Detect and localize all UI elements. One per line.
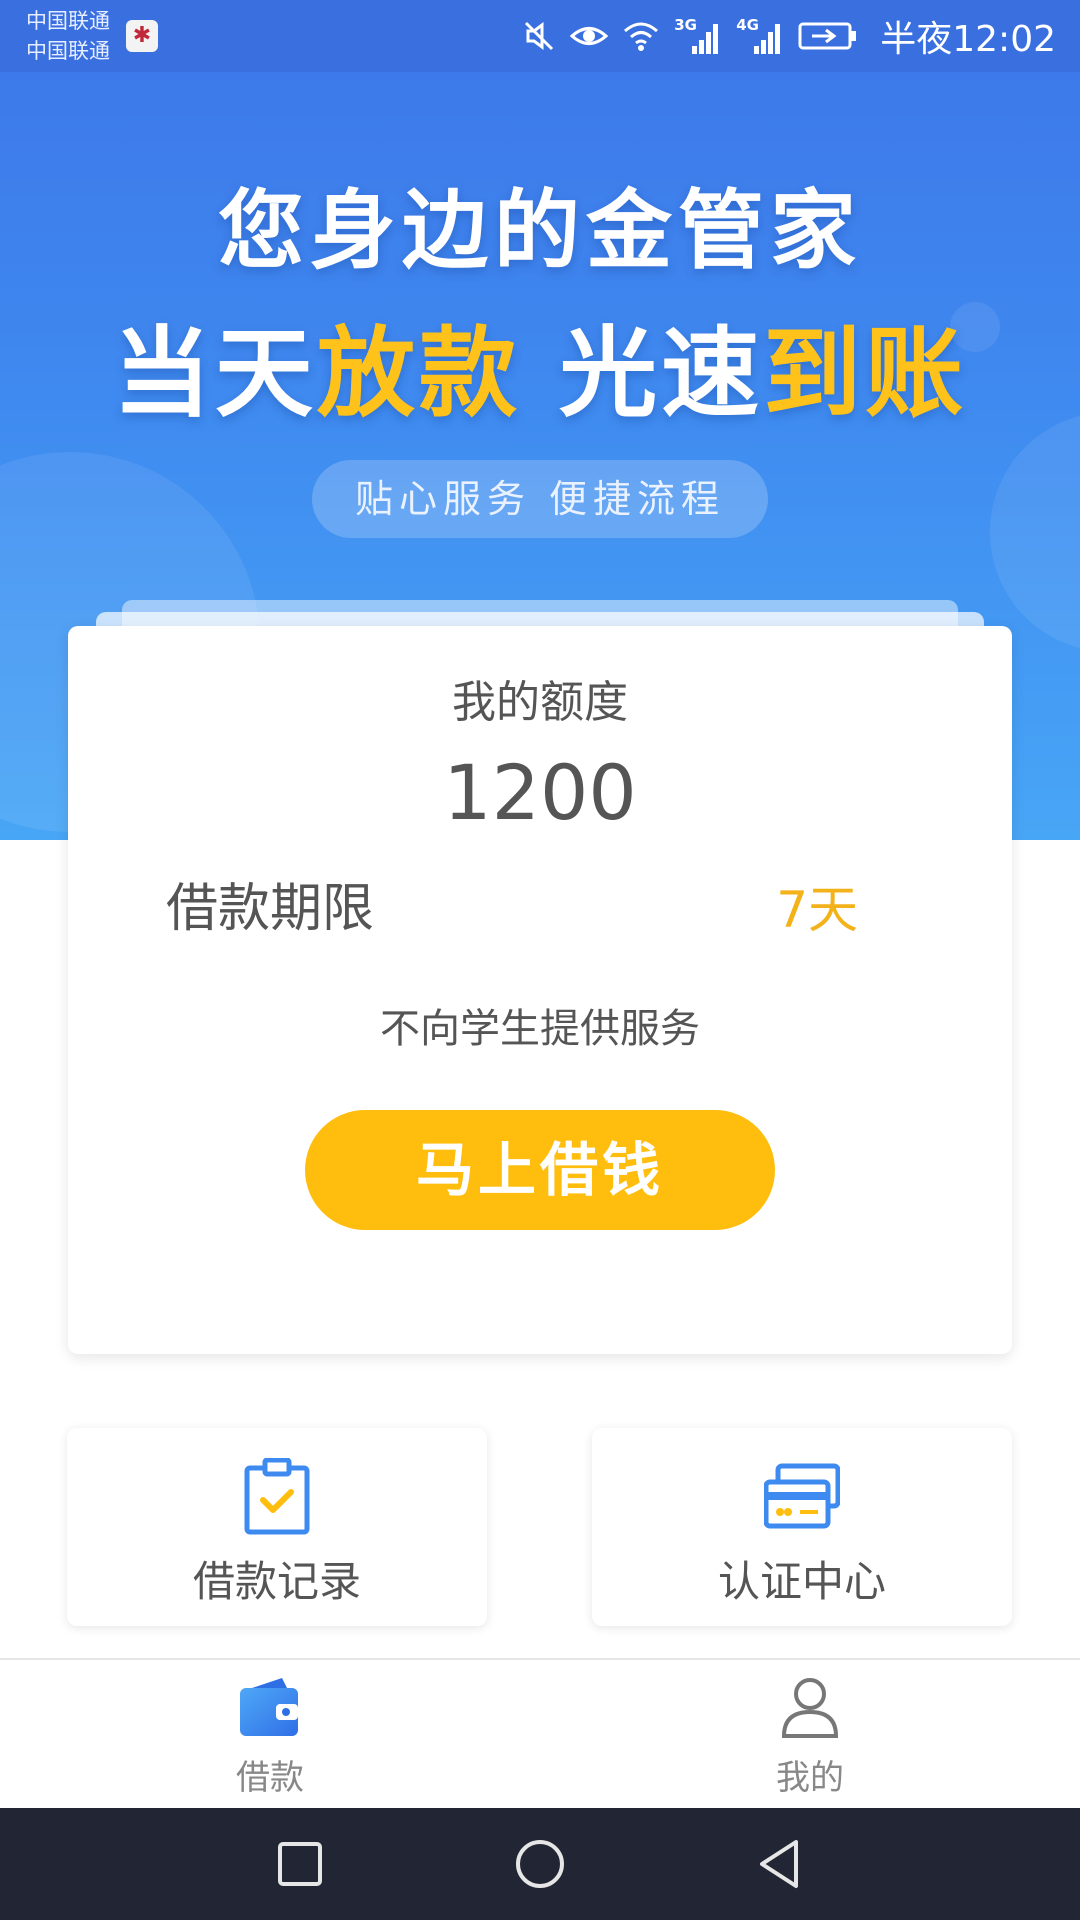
signal-4g-icon: 4G xyxy=(736,16,784,56)
signal-3g-icon: 3G xyxy=(674,16,722,56)
recents-square-icon[interactable] xyxy=(272,1836,328,1892)
carrier-name-2: 中国联通 xyxy=(26,39,110,63)
slogan-part-3: 光速 xyxy=(559,317,764,431)
quota-amount: 1200 xyxy=(443,748,637,837)
clock: 半夜12:02 xyxy=(880,19,1056,60)
carrier-info: 中国联通 中国联通 xyxy=(26,6,110,66)
carrier-name-1: 中国联通 xyxy=(26,9,110,33)
clipboard-check-icon xyxy=(244,1458,310,1535)
credit-card-icon xyxy=(764,1463,840,1529)
wallet-icon xyxy=(240,1678,298,1736)
borrow-now-button[interactable]: 马上借钱 xyxy=(305,1110,775,1230)
verification-center-label: 认证中心 xyxy=(717,1557,886,1606)
verification-center-shortcut[interactable]: 认证中心 xyxy=(592,1428,1012,1626)
loan-records-label: 借款记录 xyxy=(192,1557,361,1606)
hero-slogan: 当天放款 光速到账 xyxy=(0,294,1080,436)
back-triangle-icon[interactable] xyxy=(752,1836,808,1892)
wifi-icon xyxy=(624,22,659,51)
mute-icon xyxy=(525,21,554,51)
student-notice: 不向学生提供服务 xyxy=(380,1006,700,1052)
loan-term-label: 借款期限 xyxy=(166,879,375,939)
hero-tagline: 贴心服务 便捷流程 xyxy=(312,460,768,538)
slogan-part-1: 当天 xyxy=(112,317,317,431)
app-notification-icon: ✱ xyxy=(126,20,158,52)
slogan-part-4: 到账 xyxy=(763,317,968,431)
tab-mine-label: 我的 xyxy=(776,1758,844,1798)
status-icons: 3G 4G 半夜12:02 xyxy=(522,0,1056,72)
hero-title: 您身边的金管家 xyxy=(218,181,862,281)
quota-label: 我的额度 xyxy=(452,677,628,728)
slogan-part-2: 放款 xyxy=(316,317,521,431)
tab-borrow[interactable]: 借款 xyxy=(0,1660,540,1810)
quota-card: 我的额度 1200 借款期限 7天 不向学生提供服务 马上借钱 xyxy=(68,626,1012,1354)
home-circle-icon[interactable] xyxy=(512,1836,568,1892)
loan-records-shortcut[interactable]: 借款记录 xyxy=(67,1428,487,1626)
loan-term-value: 7天 xyxy=(776,881,858,939)
battery-charging-icon xyxy=(798,22,857,50)
system-navigation-bar xyxy=(0,1808,1080,1920)
tab-mine[interactable]: 我的 xyxy=(540,1660,1080,1810)
person-icon xyxy=(781,1678,839,1738)
eye-icon xyxy=(570,27,609,45)
bottom-tab-bar: 借款 我的 xyxy=(0,1658,1080,1810)
tab-borrow-label: 借款 xyxy=(236,1758,304,1798)
status-bar: 中国联通 中国联通 ✱ 3G 4G 半夜12:02 xyxy=(0,0,1080,72)
